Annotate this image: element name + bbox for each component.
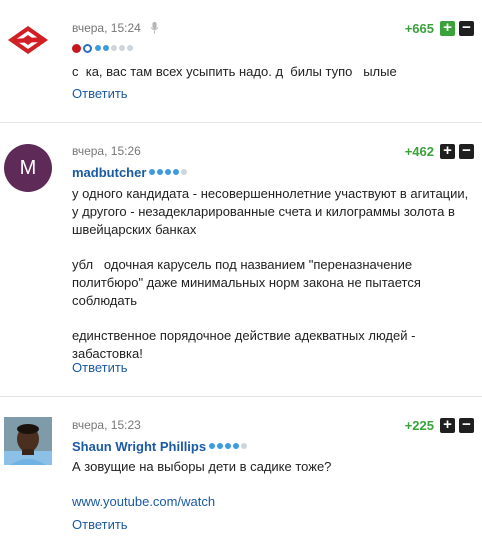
downvote-button[interactable]: − bbox=[459, 20, 474, 36]
upvote-button[interactable]: + bbox=[440, 20, 455, 36]
rating-dot bbox=[127, 45, 133, 51]
user-rating-row bbox=[72, 40, 133, 56]
reply-link[interactable]: Ответить bbox=[72, 360, 128, 375]
downvote-button[interactable]: − bbox=[459, 143, 474, 159]
comment-paragraph: с ка, вас там всех усыпить надо. д билы … bbox=[72, 64, 397, 79]
comment-time: вчера, 15:24 bbox=[72, 21, 141, 35]
rating-dot bbox=[111, 45, 117, 51]
comment-paragraph: единственное порядочное действие адекват… bbox=[72, 328, 416, 361]
comment-meta: вчера, 15:24 bbox=[72, 21, 159, 37]
rating-dot bbox=[233, 443, 240, 449]
comment-time: вчера, 15:23 bbox=[72, 418, 141, 432]
rating-dot bbox=[119, 45, 125, 51]
comment-text: с ка, вас там всех усыпить надо. д билы … bbox=[72, 63, 472, 81]
comment-item: M вчера, 15:26 madbutcher у одного канди… bbox=[0, 123, 482, 396]
youtube-link[interactable]: www.youtube.com/watch bbox=[72, 494, 215, 509]
rating-dot bbox=[157, 169, 164, 175]
comment-score: +462 bbox=[404, 144, 434, 159]
avatar-letter: M bbox=[4, 144, 52, 192]
comment-meta: вчера, 15:26 bbox=[72, 144, 141, 158]
microphone-icon bbox=[150, 22, 159, 37]
username-link[interactable]: madbutcher bbox=[72, 165, 146, 180]
club-badge-icon bbox=[72, 43, 81, 53]
reply-link[interactable]: Ответить bbox=[72, 86, 128, 101]
upvote-button[interactable]: + bbox=[440, 417, 455, 433]
spartak-logo-avatar[interactable] bbox=[4, 16, 52, 64]
comment-score: +225 bbox=[404, 418, 434, 433]
user-rating-row: madbutcher bbox=[72, 164, 188, 180]
comment-paragraph: у одного кандидата - несовершеннолетние … bbox=[72, 186, 469, 237]
user-rating-row: Shaun Wright Phillips bbox=[72, 438, 248, 454]
rating-dot bbox=[173, 169, 180, 175]
comment-paragraph: А зовущие на выборы дети в садике тоже? bbox=[72, 459, 332, 474]
comment-item: вчера, 15:24 с ка, вас там всех усыпить … bbox=[0, 0, 482, 122]
comment-text: у одного кандидата - несовершеннолетние … bbox=[72, 185, 472, 363]
rating-dot bbox=[95, 45, 101, 51]
rating-dot bbox=[103, 45, 109, 51]
rating-dot bbox=[217, 443, 224, 449]
rating-dot bbox=[149, 169, 156, 175]
comment-time: вчера, 15:26 bbox=[72, 144, 141, 158]
rating-dot bbox=[241, 443, 248, 449]
upvote-button[interactable]: + bbox=[440, 143, 455, 159]
user-avatar[interactable]: M bbox=[4, 144, 52, 192]
reply-link[interactable]: Ответить bbox=[72, 517, 128, 532]
comment-text: А зовущие на выборы дети в садике тоже? … bbox=[72, 458, 472, 511]
rating-dot bbox=[209, 443, 216, 449]
rating-dot bbox=[181, 169, 188, 175]
rating-dot bbox=[165, 169, 172, 175]
comment-item: вчера, 15:23 Shaun Wright Phillips А зов… bbox=[0, 397, 482, 548]
comment-paragraph: убл одочная карусель под названием "пере… bbox=[72, 257, 421, 308]
rating-dot bbox=[225, 443, 232, 449]
comment-score: +665 bbox=[404, 21, 434, 36]
status-ring-icon bbox=[83, 43, 92, 53]
comment-meta: вчера, 15:23 bbox=[72, 418, 141, 432]
username-link[interactable]: Shaun Wright Phillips bbox=[72, 439, 206, 454]
rating-dots bbox=[95, 45, 133, 51]
rating-dots bbox=[149, 169, 188, 175]
rating-dots bbox=[209, 443, 248, 449]
downvote-button[interactable]: − bbox=[459, 417, 474, 433]
user-photo-avatar[interactable] bbox=[4, 417, 52, 465]
